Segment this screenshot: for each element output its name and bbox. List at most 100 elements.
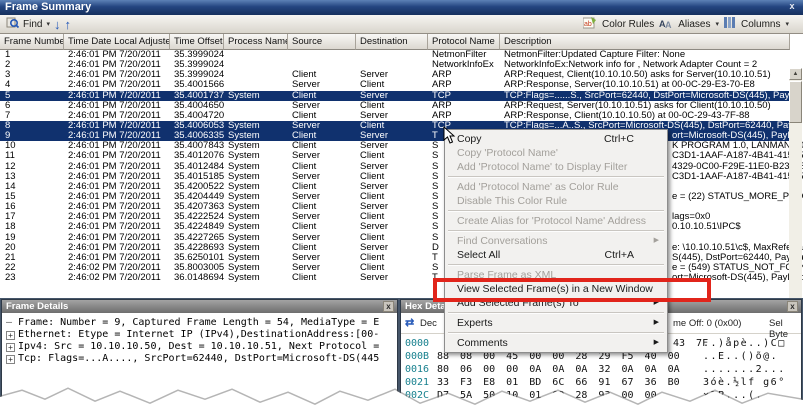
menu-item-copy-protocol-name-: Copy 'Protocol Name'	[446, 146, 666, 160]
cell: 2:46:01 PM 7/20/2011	[68, 191, 161, 202]
table-row-frame-1[interactable]: 1 2:46:01 PM 7/20/2011 35.3999024 NetmonFil…	[0, 50, 790, 60]
close-icon[interactable]: x	[786, 1, 798, 13]
cell: Server	[360, 181, 388, 192]
cell: System	[228, 141, 260, 152]
columns-button[interactable]: Columns	[741, 19, 780, 30]
menu-item-copy[interactable]: Copy Ctrl+C	[446, 132, 666, 146]
cell: Server	[292, 191, 320, 202]
cell: 23	[5, 273, 16, 284]
cell: 2:46:01 PM 7/20/2011	[68, 90, 161, 101]
hex-row-0021[interactable]: 0021 33 F3 E8 01 BD 6C 66 91 67 36 B0 3óè.…	[401, 376, 801, 389]
frame-details-title: Frame Details	[6, 301, 69, 312]
cell: 36.0148694	[174, 273, 224, 284]
table-row-frame-6[interactable]: 6 2:46:01 PM 7/20/2011 35.4004650 Server Cli…	[0, 101, 790, 111]
column-header-destination[interactable]: Destination	[356, 34, 428, 50]
cell: 2:46:01 PM 7/20/2011	[68, 131, 161, 142]
scroll-up-icon[interactable]: ▲	[789, 68, 802, 80]
find-next-icon[interactable]: ↓	[54, 18, 61, 31]
column-header-protocol-name[interactable]: Protocol Name	[428, 34, 500, 50]
hex-details-close-icon[interactable]: x	[787, 301, 798, 312]
frame-details-panel: Frame Details x – Frame: Number = 9, Capt…	[1, 299, 398, 412]
bottom-panels: Frame Details x – Frame: Number = 9, Capt…	[0, 298, 803, 412]
menu-item-comments[interactable]: Comments ▶	[446, 336, 666, 350]
table-row-frame-2[interactable]: 2 2:46:01 PM 7/20/2011 35.3999024 NetworkIn…	[0, 60, 790, 70]
cell: 2:46:01 PM 7/20/2011	[68, 181, 161, 192]
cell: Client	[360, 80, 385, 91]
frame-details-text[interactable]: Frame: Number = 9, Captured Frame Length…	[18, 317, 379, 328]
cell: Server	[360, 222, 388, 233]
table-row-frame-4[interactable]: 4 2:46:01 PM 7/20/2011 35.4001566 Server Cli…	[0, 80, 790, 90]
find-icon[interactable]	[6, 16, 20, 32]
cell: Server	[360, 161, 388, 172]
decode-as-label[interactable]: Dec	[420, 318, 437, 329]
column-header-source[interactable]: Source	[288, 34, 356, 50]
cell: Client	[360, 191, 385, 202]
mouse-cursor	[443, 126, 456, 144]
table-row-frame-18[interactable]: 18 2:46:01 PM 7/20/2011 35.4224849 System Cl…	[0, 222, 790, 233]
vertical-scroll-thumb[interactable]	[789, 81, 802, 123]
cell: ARP	[432, 80, 452, 91]
menu-item-label: Select All	[457, 249, 501, 261]
frame-summary-window: Frame Summary x Find ▾ ↓ ↑ ab Color Rule…	[0, 0, 803, 412]
cell: 35.8003005	[174, 262, 224, 273]
columns-caret-icon[interactable]: ▾	[785, 20, 789, 28]
cell: System	[228, 232, 260, 243]
swap-arrows-icon[interactable]: ⇄	[405, 316, 414, 329]
hex-row-0016[interactable]: 0016 80 06 00 00 0A 0A 0A 32 0A 0A 0A....…	[401, 363, 801, 376]
cell: Client	[292, 110, 317, 121]
window-titlebar: Frame Summary x	[0, 0, 803, 15]
cell: 35.4007843	[174, 141, 224, 152]
cell: System	[228, 120, 260, 131]
cell: System	[228, 161, 260, 172]
table-rows: 1 2:46:01 PM 7/20/2011 35.3999024 NetmonFil…	[0, 50, 803, 284]
hex-row-002C[interactable]: 002C D7 5A 50 10 01 00 28 93 00 00 ×ZP...(…	[401, 389, 801, 402]
cell: 7	[5, 110, 11, 121]
aliases-button[interactable]: Aliases	[678, 19, 710, 30]
table-row-frame-13[interactable]: 13 2:46:01 PM 7/20/2011 35.4015185 System Se…	[0, 171, 803, 182]
find-prev-icon[interactable]: ↑	[64, 18, 71, 31]
cell: 4	[5, 80, 11, 91]
cell: 21	[5, 252, 16, 263]
menu-item-experts[interactable]: Experts ▶	[446, 316, 666, 330]
vertical-scrollbar[interactable]: ▲ ▼	[789, 68, 802, 319]
table-row-frame-7[interactable]: 7 2:46:01 PM 7/20/2011 35.4004720 Client Ser…	[0, 111, 790, 121]
menu-item-add-protocol-name-as-color-rule: Add 'Protocol Name' as Color Rule	[446, 180, 666, 194]
frame-details-text[interactable]: Ethernet: Etype = Internet IP (IPv4),Des…	[18, 329, 379, 340]
cell	[224, 50, 288, 60]
aliases-caret-icon[interactable]: ▾	[716, 20, 720, 28]
find-caret-icon[interactable]: ▾	[46, 20, 50, 28]
column-header-time-offset[interactable]: Time Offset	[170, 34, 224, 50]
cell: 35.4012076	[174, 151, 224, 162]
frame-details-text[interactable]: Tcp: Flags=...A...., SrcPort=62440, DstP…	[18, 353, 379, 364]
cell: 13	[5, 171, 16, 182]
color-rules-button[interactable]: Color Rules	[602, 19, 654, 30]
cell: 2:46:01 PM 7/20/2011	[68, 242, 161, 253]
cell: 2:46:01 PM 7/20/2011	[68, 171, 161, 182]
cell: 35.3999024	[174, 60, 224, 71]
cell: 18	[5, 222, 16, 233]
column-header-description[interactable]: Description	[500, 34, 790, 50]
expand-icon[interactable]: +	[6, 331, 15, 340]
menu-item-label: Add 'Protocol Name' as Color Rule	[457, 181, 619, 193]
column-header-frame-number[interactable]: Frame Number	[0, 34, 64, 50]
find-button[interactable]: Find	[23, 19, 42, 30]
frame-details-close-icon[interactable]: x	[383, 301, 394, 312]
cell: Client	[292, 141, 317, 152]
cell: 35.4004720	[174, 110, 224, 121]
context-menu: Copy Ctrl+C Copy 'Protocol Name' Add 'Proto…	[444, 129, 668, 353]
table-row-frame-15[interactable]: 15 2:46:01 PM 7/20/2011 35.4204449 System Se…	[0, 191, 803, 202]
cell: 35.4224849	[174, 222, 224, 233]
table-row-frame-5[interactable]: 5 2:46:01 PM 7/20/2011 35.4001737 System Cli…	[0, 90, 790, 101]
cell: 2:46:01 PM 7/20/2011	[68, 110, 161, 121]
column-header-time-date-local-adjusted[interactable]: Time Date Local Adjusted	[64, 34, 170, 50]
menu-item-select-all[interactable]: Select All Ctrl+A	[446, 248, 666, 262]
cell	[224, 70, 288, 80]
cell: ARP	[432, 100, 452, 111]
column-header-process-name[interactable]: Process Name	[224, 34, 288, 50]
table-row-frame-3[interactable]: 3 2:46:01 PM 7/20/2011 35.3999024 Client Ser…	[0, 70, 790, 80]
expand-icon[interactable]: +	[6, 355, 15, 364]
frame-details-text[interactable]: Ipv4: Src = 10.10.10.50, Dest = 10.10.10…	[18, 341, 379, 352]
cell	[224, 111, 288, 121]
expand-icon[interactable]: +	[6, 343, 15, 352]
cell: 2:46:01 PM 7/20/2011	[68, 151, 161, 162]
